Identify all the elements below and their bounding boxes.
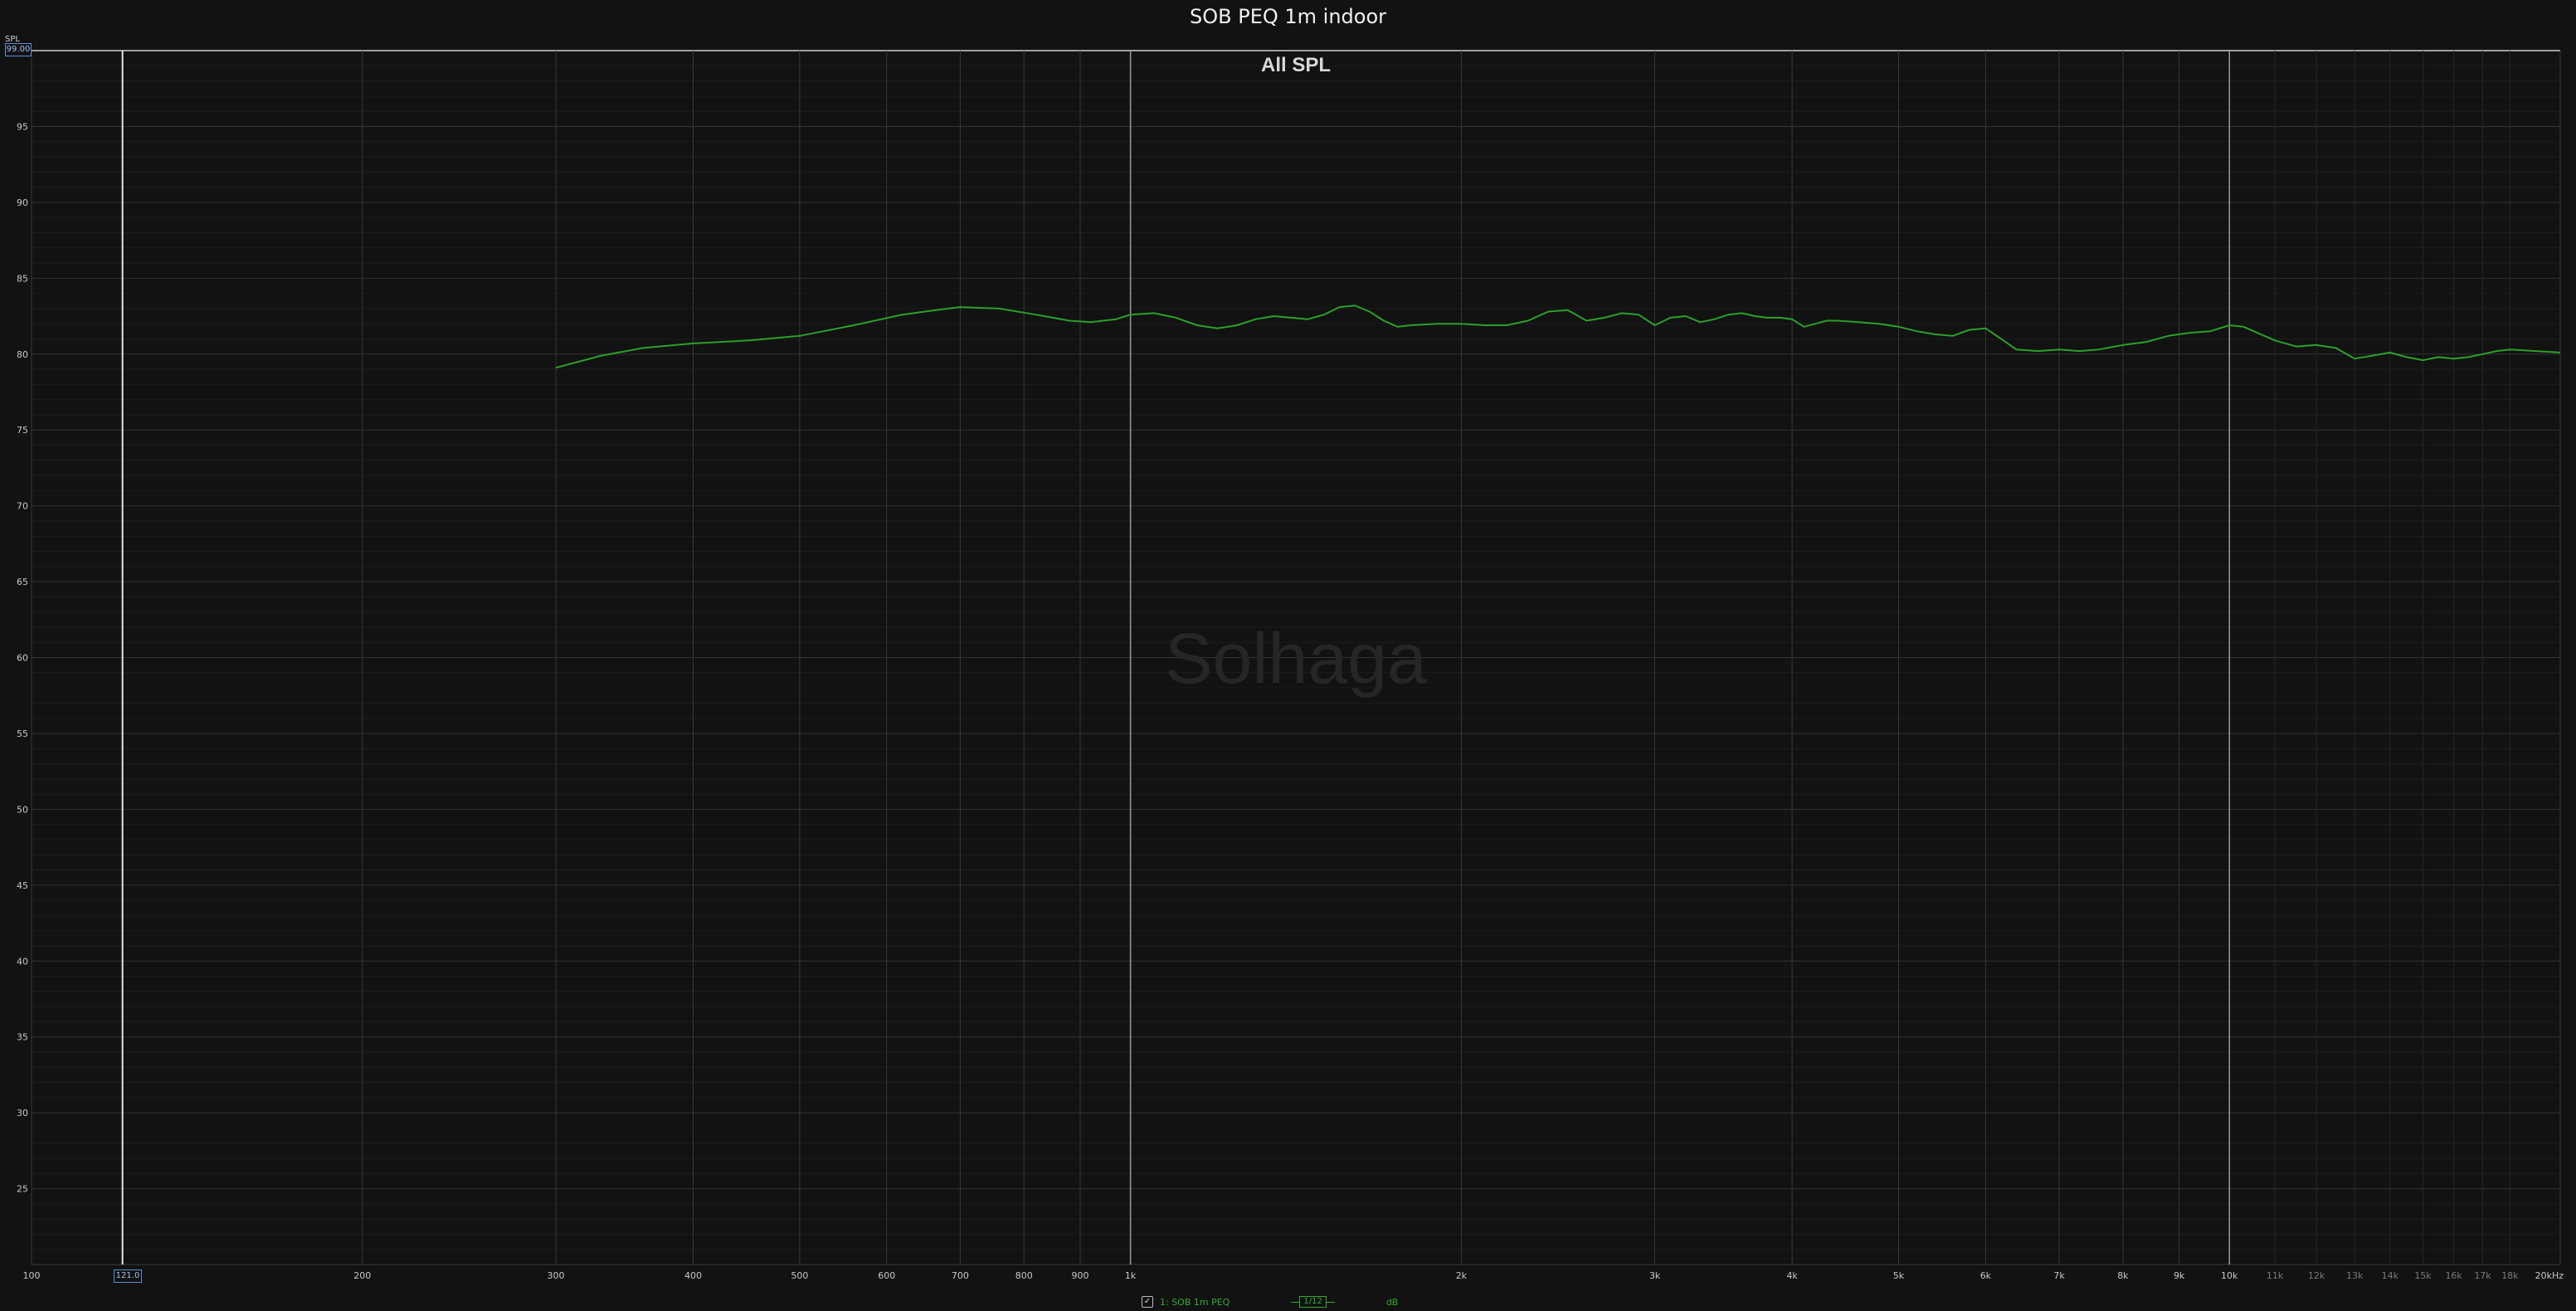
x-tick-label: 6k	[1980, 1270, 1992, 1281]
y-tick-label: 30	[17, 1108, 28, 1118]
y-tick-label: 35	[17, 1032, 28, 1043]
x-tick-label: 4k	[1786, 1270, 1798, 1281]
x-tick-label: 11k	[2267, 1270, 2284, 1281]
x-tick-label: 700	[952, 1270, 969, 1281]
y-tick-label: 60	[17, 653, 28, 664]
x-tick-label: 12k	[2308, 1270, 2325, 1281]
y-tick-label: 45	[17, 880, 28, 891]
series-layer	[555, 305, 2561, 369]
x-tick-label: 300	[548, 1270, 565, 1281]
x-tick-label: 600	[878, 1270, 895, 1281]
x-tick-label: 10k	[2221, 1270, 2238, 1281]
x-tick-label: 17k	[2474, 1270, 2491, 1281]
x-tick-label: 1k	[1125, 1270, 1137, 1281]
x-tick-label: 400	[684, 1270, 702, 1281]
y-tick-label: 55	[17, 729, 28, 739]
legend: ✓ 1: SOB 1m PEQ 1/12 dB	[1142, 1294, 1398, 1309]
x-tick-label: 16k	[2445, 1270, 2462, 1281]
y-tick-label: 85	[17, 273, 28, 284]
plot-area[interactable]: Solhaga All SPL 100 200 300 400 500 600 700 800…	[0, 0, 2576, 1311]
x-cursor-readout[interactable]: 121.0	[114, 1270, 142, 1283]
series-line	[555, 305, 2561, 369]
chart-subtitle: All SPL	[1261, 54, 1331, 76]
y-tick-label: 70	[17, 501, 28, 512]
x-tick-label: 500	[791, 1270, 808, 1281]
y-tick-label: 40	[17, 956, 28, 967]
x-tick-label: 20kHz	[2535, 1270, 2564, 1281]
x-tick-label: 9k	[2174, 1270, 2185, 1281]
x-tick-label: 200	[353, 1270, 371, 1281]
y-cursor-readout[interactable]: 99.00	[5, 43, 32, 56]
legend-series-name[interactable]: 1: SOB 1m PEQ	[1160, 1297, 1230, 1308]
x-tick-label: 7k	[2053, 1270, 2065, 1281]
x-tick-label: 800	[1015, 1270, 1033, 1281]
x-tick-label: 15k	[2414, 1270, 2432, 1281]
y-tick-label: 80	[17, 349, 28, 360]
y-axis-ticks: 95 90 85 80 75 70 65 60 55 50 45 40 35 30 25	[17, 121, 28, 1194]
legend-unit: dB	[1385, 1296, 1399, 1308]
x-tick-label: 8k	[2117, 1270, 2129, 1281]
y-tick-label: 25	[17, 1184, 28, 1195]
x-tick-label: 18k	[2501, 1270, 2519, 1281]
x-tick-label: 900	[1072, 1270, 1089, 1281]
y-tick-label: 90	[17, 197, 28, 208]
smoothing-indicator[interactable]: 1/12	[1291, 1296, 1336, 1308]
y-tick-label: 50	[17, 804, 28, 815]
x-axis-ticks: 100 200 300 400 500 600 700 800 900 1k 2k 3k 4k 5k 6k 7…	[23, 1270, 2564, 1281]
x-tick-label: 5k	[1893, 1270, 1905, 1281]
y-tick-label: 75	[17, 425, 28, 436]
x-tick-label: 3k	[1649, 1270, 1661, 1281]
series-checkbox[interactable]: ✓	[1142, 1296, 1153, 1308]
x-tick-label: 2k	[1456, 1270, 1468, 1281]
x-tick-label: 13k	[2346, 1270, 2364, 1281]
x-tick-label: 14k	[2382, 1270, 2399, 1281]
x-tick-label: 100	[23, 1270, 41, 1281]
y-tick-label: 95	[17, 121, 28, 132]
y-tick-label: 65	[17, 577, 28, 587]
watermark-text: Solhaga	[1165, 619, 1427, 699]
